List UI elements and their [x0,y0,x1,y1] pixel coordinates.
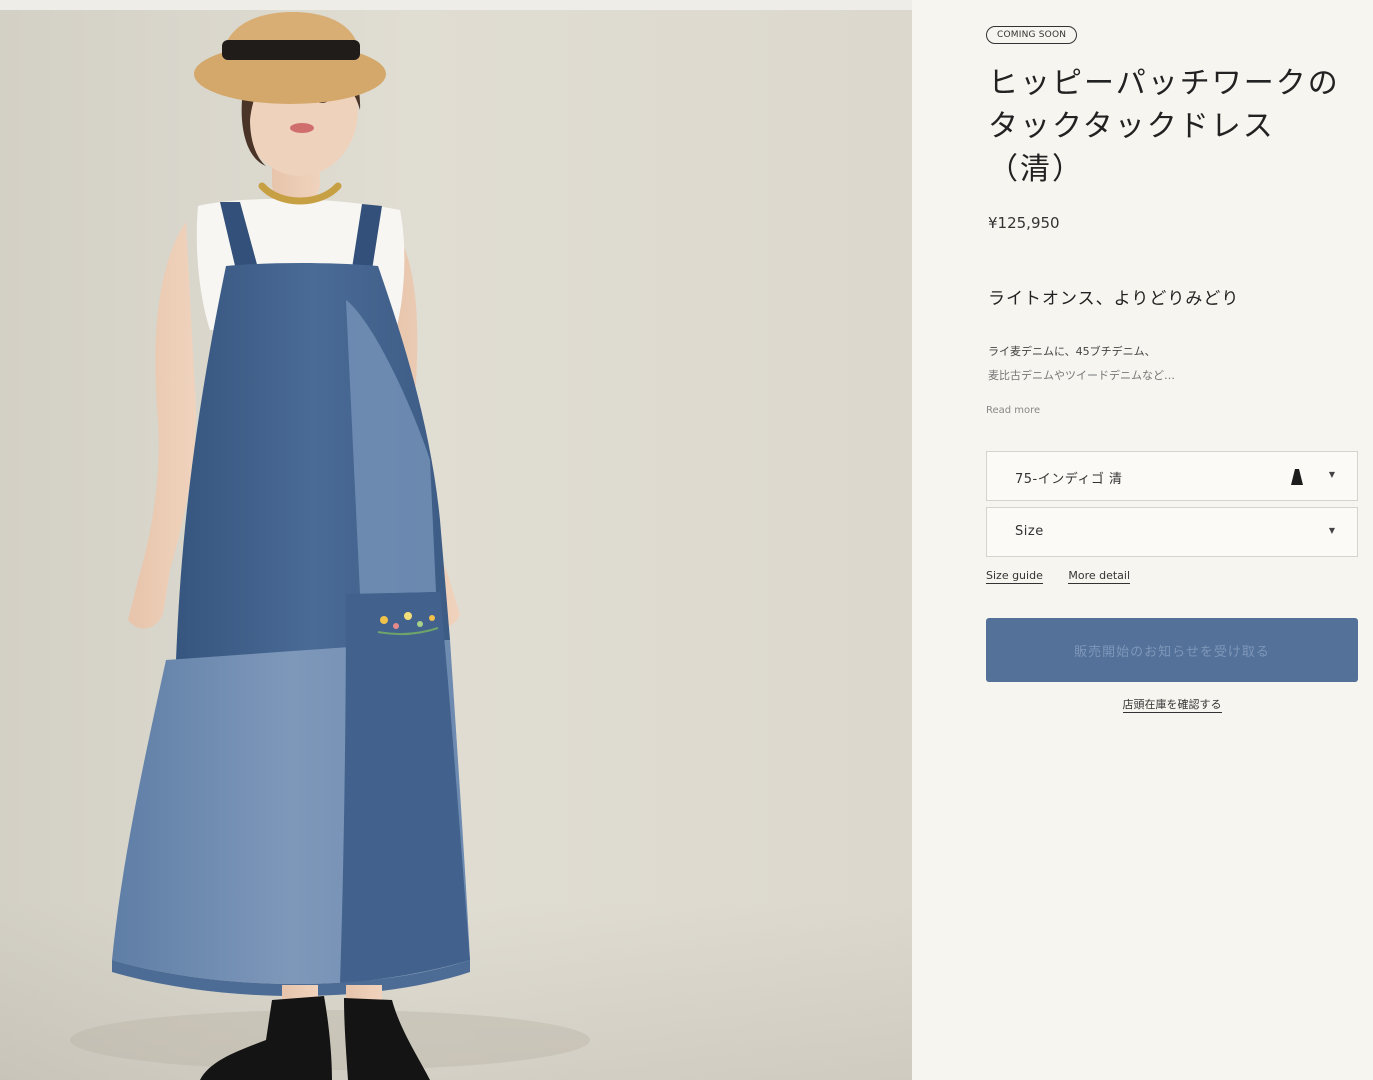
description-line-1: ライ麦デニムに、45ブチデニム、 [988,345,1156,358]
size-select-label: Size [1015,524,1044,539]
lips [290,123,314,133]
hat-band [222,40,360,60]
more-detail-link[interactable]: More detail [1068,569,1131,584]
product-title-line-1: ヒッピーパッチワークの [988,66,1340,101]
description-line-2: 麦比古デニムやツイードデニムなど… [988,369,1175,382]
product-price: ¥125,950 [988,214,1060,232]
product-subheading: ライトオンス、よりどりみどり [988,289,1240,309]
option-links: Size guide More detail [986,569,1152,584]
color-select-label: 75-インディゴ 清 [1015,472,1123,487]
product-title-line-2: タックタックドレス [988,109,1275,144]
product-page: COMING SOON ヒッピーパッチワークの タックタックドレス （清） ¥1… [0,0,1373,1080]
model-illustration [70,12,590,1080]
color-select[interactable]: 75-インディゴ 清 ▼ [986,451,1358,501]
product-photo [0,0,912,1080]
read-more-link[interactable]: Read more [986,405,1040,416]
store-stock-link-wrap: 店頭在庫を確認する [986,696,1358,713]
product-description: ライ麦デニムに、45ブチデニム、 麦比古デニムやツイードデニムなど… [988,340,1288,388]
size-guide-link[interactable]: Size guide [986,569,1043,584]
store-stock-link[interactable]: 店頭在庫を確認する [1122,698,1222,713]
coming-soon-badge: COMING SOON [986,26,1078,44]
product-title: ヒッピーパッチワークの タックタックドレス （清） [988,62,1368,191]
dress-swatch-icon [1291,469,1303,485]
product-title-line-3: （清） [988,152,1084,187]
chevron-down-icon: ▼ [1328,526,1335,535]
product-info-panel: COMING SOON ヒッピーパッチワークの タックタックドレス （清） ¥1… [912,0,1373,1080]
chevron-down-icon: ▼ [1328,470,1335,479]
size-select[interactable]: Size ▼ [986,507,1358,557]
notify-me-button[interactable]: 販売開始のお知らせを受け取る [986,618,1358,682]
